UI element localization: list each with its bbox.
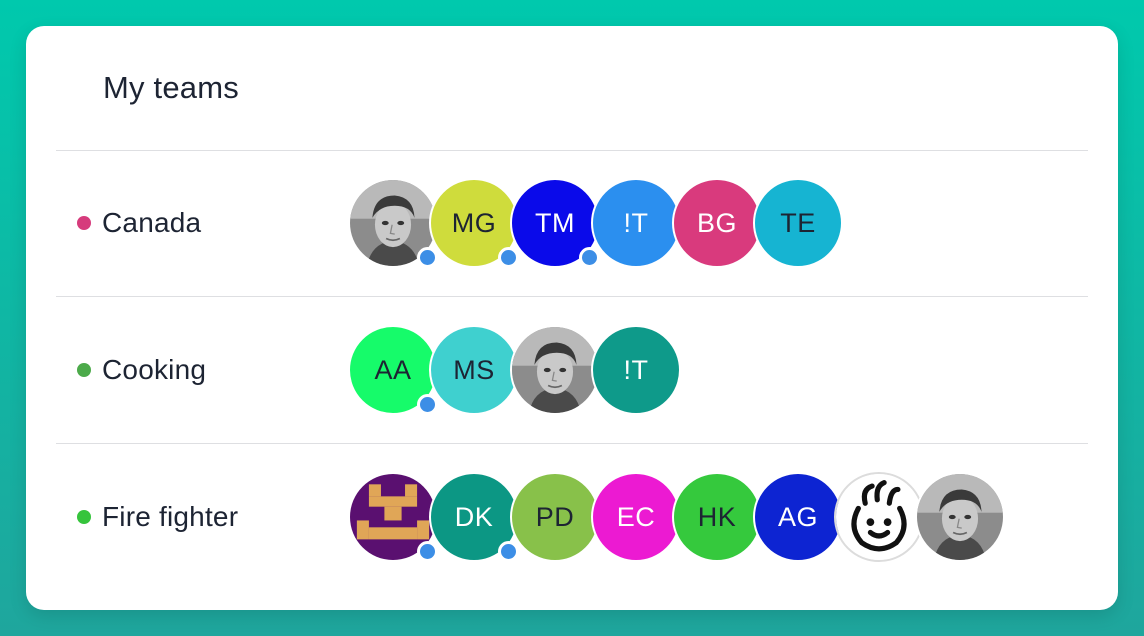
online-status-dot xyxy=(417,247,438,268)
avatar-initials: !T xyxy=(623,354,649,385)
team-name-fire-fighter[interactable]: Fire fighter xyxy=(77,501,238,533)
member-avatar-stack: MG TM !T BG TE xyxy=(348,178,1048,268)
team-name-cooking[interactable]: Cooking xyxy=(77,354,206,386)
avatar-initials: BG xyxy=(696,207,737,238)
online-status-dot xyxy=(417,394,438,415)
avatar-initials: MG xyxy=(451,207,497,238)
person-photo-icon xyxy=(512,327,598,413)
baby-face-icon xyxy=(836,474,922,560)
avatar-initials: DK xyxy=(454,501,494,532)
avatar-initials: AG xyxy=(777,501,818,532)
member-avatar[interactable]: AG xyxy=(753,472,843,562)
team-color-dot xyxy=(77,510,91,524)
member-avatar[interactable]: TM xyxy=(510,178,600,268)
member-avatar-image[interactable] xyxy=(510,325,600,415)
member-avatar-image[interactable] xyxy=(348,178,438,268)
avatar-initials: HK xyxy=(697,501,737,532)
team-row-cooking: Cooking AA MS !T xyxy=(56,297,1088,443)
avatar-initials: TE xyxy=(780,207,816,238)
avatar-initials: AA xyxy=(374,354,412,385)
team-name-canada[interactable]: Canada xyxy=(77,207,201,239)
member-avatar-stack: DK PD EC HK AG xyxy=(348,472,1048,562)
member-avatar-image[interactable] xyxy=(834,472,924,562)
avatar-initials: MS xyxy=(453,354,495,385)
member-avatar[interactable]: BG xyxy=(672,178,762,268)
team-color-dot xyxy=(77,216,91,230)
avatar-initials: TM xyxy=(535,207,575,238)
member-avatar[interactable]: EC xyxy=(591,472,681,562)
team-label: Fire fighter xyxy=(102,501,239,532)
team-color-dot xyxy=(77,363,91,377)
online-status-dot xyxy=(579,247,600,268)
member-avatar[interactable]: TE xyxy=(753,178,843,268)
team-label: Canada xyxy=(102,207,202,238)
team-label: Cooking xyxy=(102,354,207,385)
member-avatar[interactable]: !T xyxy=(591,325,681,415)
member-avatar[interactable]: DK xyxy=(429,472,519,562)
online-status-dot xyxy=(417,541,438,562)
member-avatar[interactable]: MS xyxy=(429,325,519,415)
member-avatar[interactable]: MG xyxy=(429,178,519,268)
member-avatar[interactable]: !T xyxy=(591,178,681,268)
avatar-initials: !T xyxy=(623,207,649,238)
team-row-canada: Canada MG TM !T BG TE xyxy=(56,150,1088,296)
avatar-initials: EC xyxy=(616,501,656,532)
member-avatar-image[interactable] xyxy=(915,472,1005,562)
teams-card: My teams Canada MG TM !T BG TE Cooking AA MS!… xyxy=(26,26,1118,610)
team-row-fire-fighter: Fire fighter DK PD EC HK AG xyxy=(56,444,1088,590)
person-photo-icon xyxy=(917,474,1003,560)
online-status-dot xyxy=(498,541,519,562)
member-avatar[interactable]: HK xyxy=(672,472,762,562)
online-status-dot xyxy=(498,247,519,268)
member-avatar[interactable]: AA xyxy=(348,325,438,415)
page-title: My teams xyxy=(103,70,239,105)
member-avatar-image[interactable] xyxy=(348,472,438,562)
member-avatar[interactable]: PD xyxy=(510,472,600,562)
member-avatar-stack: AA MS !T xyxy=(348,325,1048,415)
avatar-initials: PD xyxy=(535,501,575,532)
